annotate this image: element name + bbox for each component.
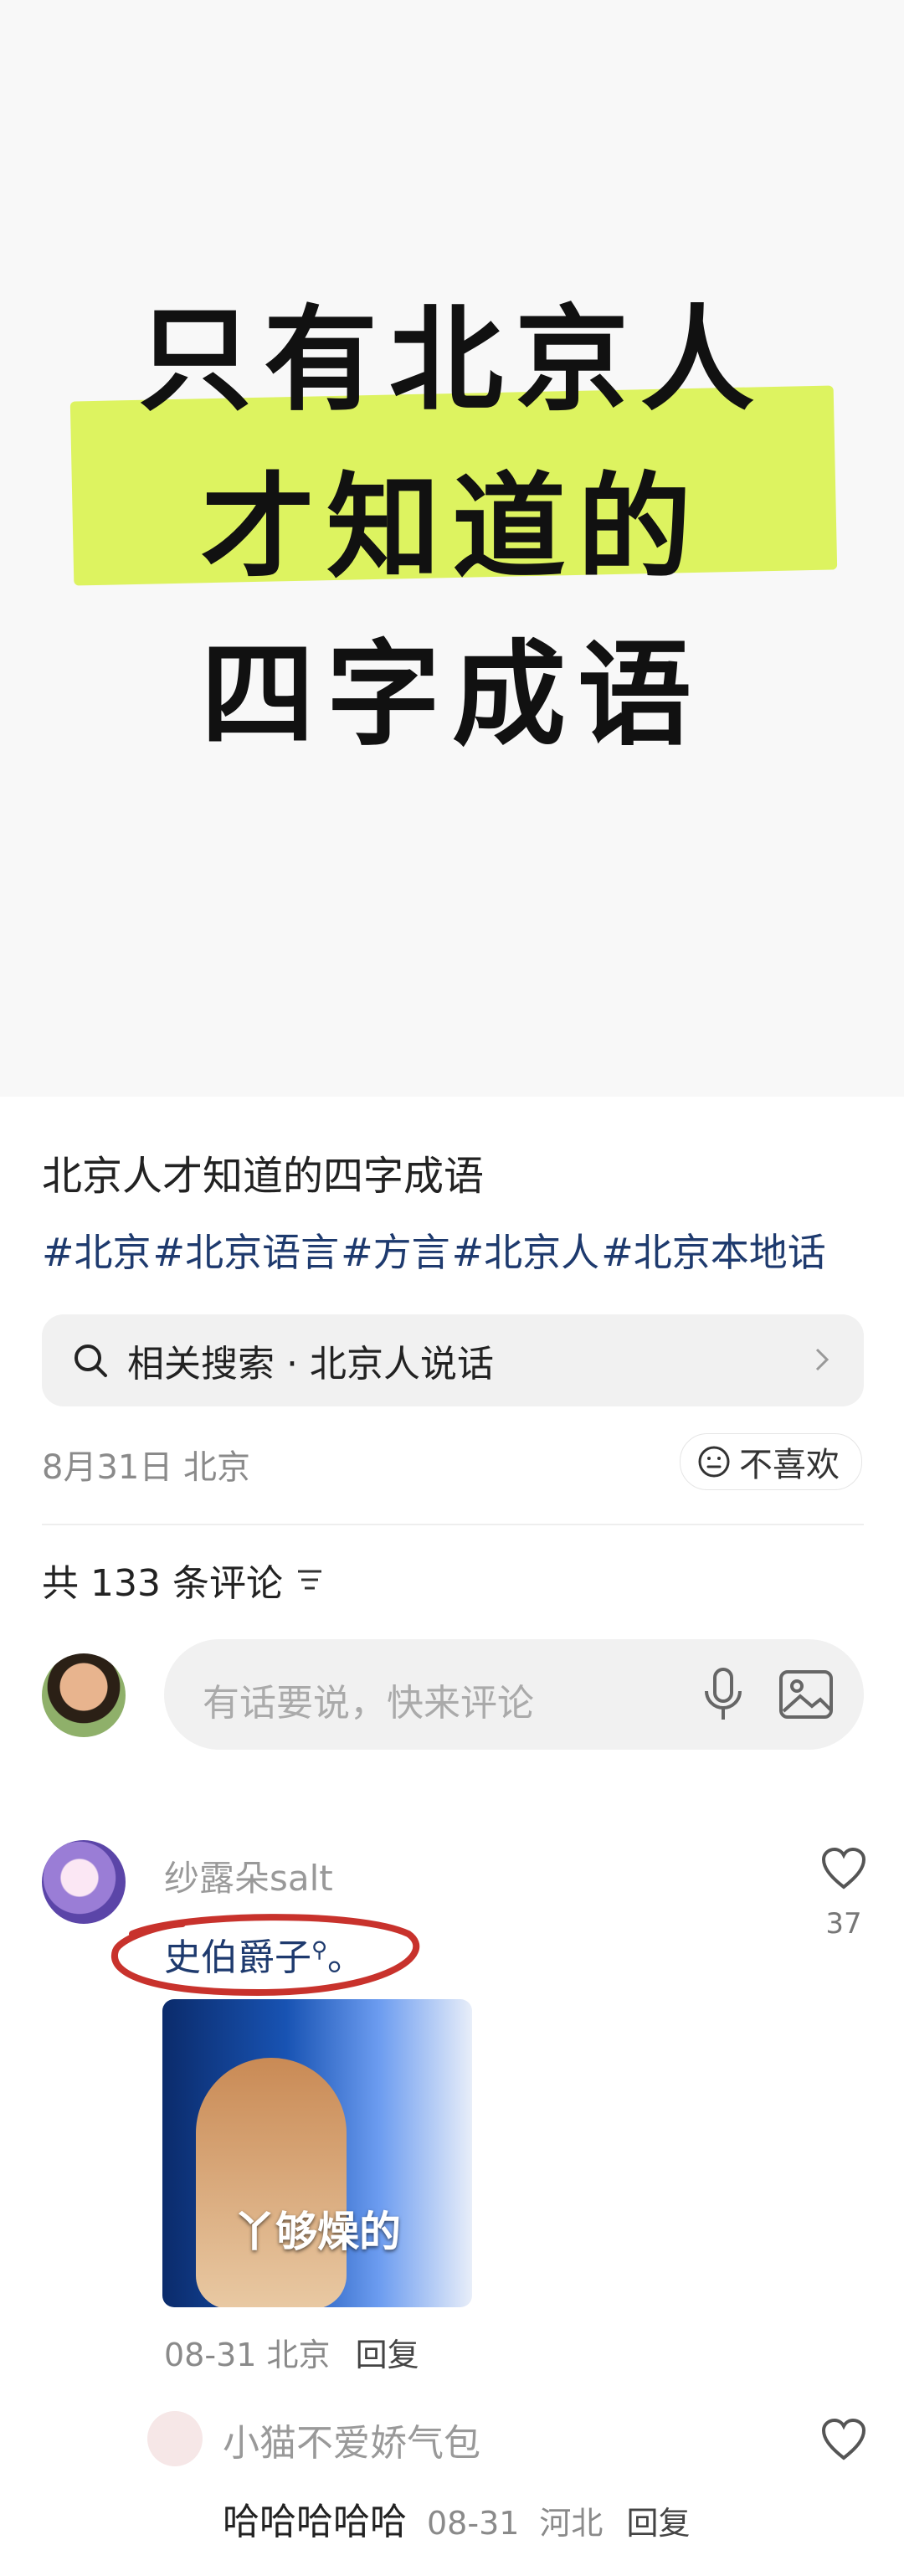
like-count: 37 [825, 1907, 862, 1941]
search-icon [74, 1345, 107, 1377]
reply-location: 河北 [539, 2505, 604, 2542]
tag-beijinger[interactable]: #北京人 [452, 1230, 600, 1275]
comment-meta: 08-31 北京 回复 [164, 2329, 419, 2375]
reply-user-avatar[interactable] [147, 2411, 203, 2466]
chevron-right-icon [815, 1348, 830, 1371]
heart-icon[interactable] [820, 1847, 867, 1890]
sort-icon [297, 1570, 321, 1590]
image-icon[interactable] [778, 1669, 834, 1720]
comment-input[interactable]: 有话要说，快来评论 [164, 1639, 864, 1750]
microphone-icon[interactable] [700, 1666, 747, 1723]
reply-line: 哈哈哈哈哈 08-31 河北 回复 [223, 2491, 690, 2545]
cover-image[interactable]: 只有北京人 才知道的 四字成语 [0, 0, 904, 1097]
post-date-location: 8月31日 北京 [42, 1448, 251, 1487]
current-user-avatar[interactable] [42, 1653, 126, 1737]
reply-button[interactable]: 回复 [626, 2505, 690, 2542]
meme-caption: 丫够燥的 [234, 2208, 401, 2256]
related-search-label: 相关搜索 · 北京人说话 [127, 1343, 494, 1386]
tag-dialect[interactable]: #方言 [341, 1230, 450, 1275]
cover-title-line-1: 只有北京人 [138, 295, 766, 427]
reply-button[interactable]: 回复 [356, 2337, 419, 2373]
post-title: 北京人才知道的四字成语 [42, 1153, 485, 1200]
post-tags: #北京#北京语言#方言#北京人#北京本地话 [42, 1222, 828, 1278]
tag-beijing[interactable]: #北京 [42, 1230, 152, 1275]
meh-face-icon [698, 1446, 730, 1478]
comment-date: 08-31 [164, 2337, 257, 2373]
dislike-label: 不喜欢 [739, 1446, 840, 1484]
tag-beijing-language[interactable]: #北京语言 [153, 1230, 340, 1275]
comment-count-header[interactable]: 共 133 条评论 [42, 1553, 326, 1607]
cover-title-line-2: 才知道的 [201, 462, 703, 594]
cover-title-line-3: 四字成语 [201, 630, 703, 762]
comment-input-placeholder: 有话要说，快来评论 [203, 1682, 534, 1725]
reply-text: 哈哈哈哈哈 [223, 2501, 407, 2543]
dog-figure [196, 2058, 347, 2307]
comment-count-label: 共 133 条评论 [42, 1562, 283, 1605]
red-circle-annotation [110, 1914, 420, 1997]
tag-beijing-local-speech[interactable]: #北京本地话 [601, 1230, 826, 1275]
comment-location: 北京 [266, 2337, 331, 2373]
related-search-bar[interactable]: 相关搜索 · 北京人说话 [42, 1314, 864, 1406]
dislike-button[interactable]: 不喜欢 [680, 1433, 862, 1490]
comment-username[interactable]: 纱露朵salt [164, 1850, 333, 1901]
divider [42, 1524, 864, 1525]
reply-username[interactable]: 小猫不爱娇气包 [223, 2413, 480, 2466]
heart-icon[interactable] [820, 2418, 867, 2461]
reply-date: 08-31 [427, 2505, 520, 2542]
comment-meme-image[interactable]: 丫够燥的 [162, 1999, 472, 2307]
